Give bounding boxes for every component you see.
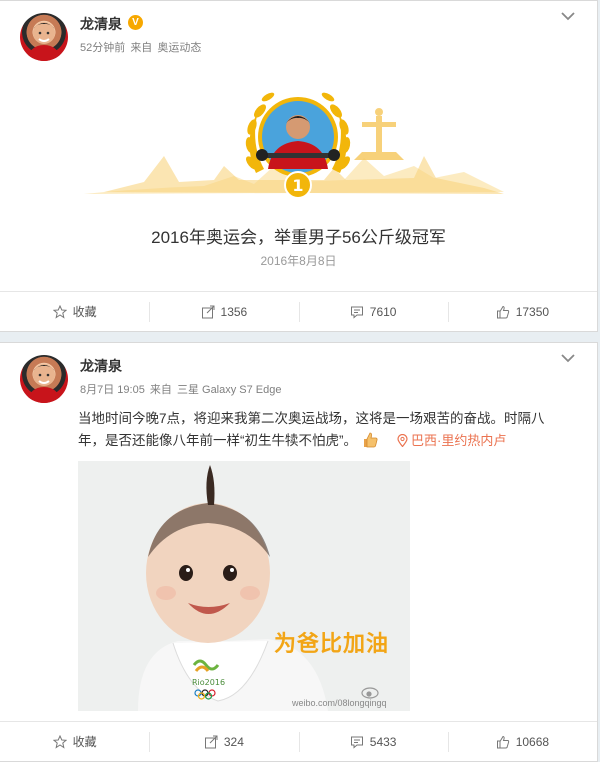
svg-text:Rio2016: Rio2016: [192, 678, 225, 687]
like-count: 17350: [515, 304, 550, 319]
post-meta: 52分钟前 来自 奥运动态: [80, 39, 203, 55]
avatar[interactable]: [20, 13, 68, 61]
like-icon: [496, 305, 509, 318]
action-bar: 收藏 1356 7610 17350: [0, 291, 597, 331]
photo-slogan: 为爸比加油: [274, 631, 390, 656]
baby-photo-illustration: Rio2016: [78, 461, 410, 711]
medal-number: 1: [292, 176, 303, 195]
comment-button[interactable]: 5433: [298, 722, 448, 761]
post-card-1: 龙清泉 V 52分钟前 来自 奥运动态 1 2016年奥运会，举重男子56公斤级…: [0, 0, 598, 332]
location-label: 巴西·里约热内卢: [411, 433, 507, 448]
thumbs-up-emoji-icon: [364, 432, 378, 448]
repost-button[interactable]: 324: [149, 722, 298, 761]
comment-count: 7610: [369, 304, 397, 319]
like-button[interactable]: 17350: [447, 292, 597, 331]
location-icon: [397, 433, 408, 448]
post-photo[interactable]: Rio2016 为爸比加油 weibo.com/08longqingq: [78, 461, 410, 711]
repost-icon: [204, 735, 218, 748]
source-prefix: 来自: [149, 384, 172, 396]
chevron-down-icon[interactable]: [559, 351, 577, 365]
comment-icon: [350, 736, 363, 749]
comment-button[interactable]: 7610: [298, 292, 448, 331]
repost-count: 324: [223, 734, 244, 749]
avatar[interactable]: [20, 355, 68, 403]
post-time[interactable]: 8月7日 19:05: [80, 384, 145, 396]
verified-badge-icon: V: [128, 15, 143, 30]
comment-icon: [350, 306, 363, 319]
post-text-line-2: 年，是否还能像八年前一样“初生牛犊不怕虎”。: [78, 433, 357, 448]
favorite-label: 收藏: [72, 305, 97, 319]
post-text-line-1: 当地时间今晚7点，将迎来我第二次奥运战场，这将是一场艰苦的奋战。时隔八: [78, 411, 545, 426]
post-text-line-2-wrap: 年，是否还能像八年前一样“初生牛犊不怕虎”。 巴西·里约热内卢: [78, 430, 578, 452]
post-text: 当地时间今晚7点，将迎来我第二次奥运战场，这将是一场艰苦的奋战。时隔八 年，是否…: [78, 408, 578, 452]
post-meta: 8月7日 19:05 来自 三星 Galaxy S7 Edge: [80, 381, 284, 397]
comment-count: 5433: [369, 734, 397, 749]
post-card-2: 龙清泉 8月7日 19:05 来自 三星 Galaxy S7 Edge 当地时间…: [0, 342, 598, 762]
repost-icon: [201, 305, 215, 318]
author-name[interactable]: 龙清泉: [80, 14, 122, 34]
photo-watermark: weibo.com/08longqingq: [292, 698, 387, 708]
repost-button[interactable]: 1356: [149, 292, 298, 331]
like-icon: [496, 735, 509, 748]
source-prefix: 来自: [130, 42, 153, 54]
post-time[interactable]: 52分钟前: [80, 42, 125, 54]
favorite-button[interactable]: 收藏: [0, 292, 149, 331]
post-source[interactable]: 三星 Galaxy S7 Edge: [177, 384, 282, 396]
repost-count: 1356: [220, 304, 248, 319]
event-date: 2016年8月8日: [260, 254, 337, 268]
action-bar: 收藏 324 5433 10668: [0, 721, 597, 761]
star-icon: [52, 304, 67, 319]
like-button[interactable]: 10668: [447, 722, 597, 761]
post-source[interactable]: 奥运动态: [157, 42, 201, 54]
chevron-down-icon[interactable]: [559, 9, 577, 23]
like-count: 10668: [515, 734, 550, 749]
favorite-label: 收藏: [72, 735, 97, 749]
gold-medal-icon: 1: [245, 92, 351, 199]
star-icon: [52, 734, 67, 749]
headline: 2016年奥运会，举重男子56公斤级冠军: [151, 228, 446, 247]
favorite-button[interactable]: 收藏: [0, 722, 149, 761]
location-link[interactable]: 巴西·里约热内卢: [397, 433, 506, 448]
author-name[interactable]: 龙清泉: [80, 356, 122, 376]
